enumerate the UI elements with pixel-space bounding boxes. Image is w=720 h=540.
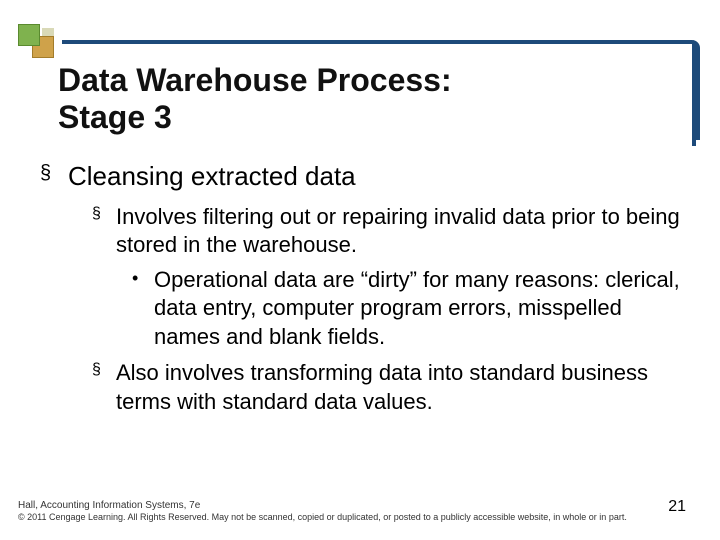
title-line-1: Data Warehouse Process:: [58, 62, 660, 99]
bullet-level2: § Involves filtering out or repairing in…: [92, 203, 680, 260]
bullet-text: Operational data are “dirty” for many re…: [154, 266, 680, 352]
bullet-square-icon: §: [92, 359, 116, 416]
title-line-2: Stage 3: [58, 99, 660, 136]
bullet-text: Also involves transforming data into sta…: [116, 359, 680, 416]
bullet-level2: § Also involves transforming data into s…: [92, 359, 680, 416]
slide-title: Data Warehouse Process: Stage 3: [58, 62, 660, 136]
footer-line-2: © 2011 Cengage Learning. All Rights Rese…: [18, 512, 702, 524]
bullet-level1: § Cleansing extracted data: [40, 160, 680, 193]
slide-body: § Cleansing extracted data § Involves fi…: [40, 160, 680, 423]
square-green: [18, 24, 40, 46]
header-rule-right: [692, 44, 696, 146]
footer-line-1: Hall, Accounting Information Systems, 7e: [18, 499, 702, 512]
bullet-level3: • Operational data are “dirty” for many …: [132, 266, 680, 352]
bullet-disc-icon: •: [132, 266, 154, 352]
slide: Data Warehouse Process: Stage 3 § Cleans…: [0, 0, 720, 540]
bullet-text: Involves filtering out or repairing inva…: [116, 203, 680, 260]
bullet-text: Cleansing extracted data: [68, 160, 356, 193]
bullet-square-icon: §: [40, 160, 68, 193]
header-rule: [62, 40, 696, 44]
page-number: 21: [668, 498, 686, 516]
bullet-square-icon: §: [92, 203, 116, 260]
footer: Hall, Accounting Information Systems, 7e…: [18, 499, 702, 524]
